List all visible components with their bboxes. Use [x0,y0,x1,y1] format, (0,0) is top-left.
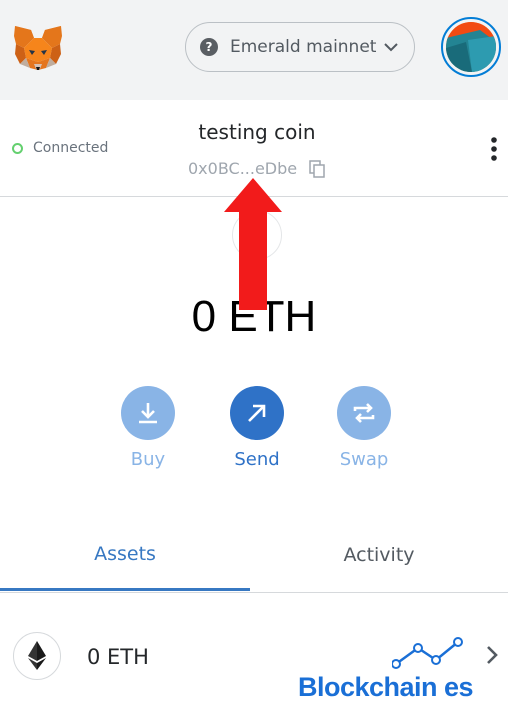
asset-amount: 0 ETH [87,645,149,669]
tab-assets[interactable]: Assets [0,520,250,591]
red-arrow-annotation-icon [224,178,282,310]
tab-activity[interactable]: Activity [250,520,508,590]
buy-button-circle [121,386,175,440]
ethereum-icon [13,632,61,680]
swap-arrows-icon [353,403,375,423]
network-selector[interactable]: ? Emerald mainnet [185,22,415,72]
account-address[interactable]: 0x0BC...eDbe [188,159,297,178]
line-graph-icon [392,637,463,669]
buy-button[interactable]: Buy [108,386,188,470]
account-options-icon[interactable] [489,136,499,162]
buy-label: Buy [130,449,166,470]
swap-button-circle [337,386,391,440]
app-header: ? Emerald mainnet [0,0,508,100]
network-help-icon: ? [200,38,218,56]
account-menu-button[interactable] [441,17,501,77]
chevron-down-icon [384,43,398,52]
blockchain-es-watermark: Blockchain es [296,636,500,706]
metamask-fox-logo[interactable] [12,24,64,72]
send-button-circle [230,386,284,440]
asset-activity-tabs: Assets Activity [0,520,508,593]
connected-dot-icon [12,142,23,154]
send-button[interactable]: Send [217,386,297,470]
swap-label: Swap [339,449,389,470]
account-name: testing coin [198,120,316,144]
send-label: Send [234,449,280,470]
swap-button[interactable]: Swap [324,386,404,470]
arrow-up-right-icon [248,404,266,422]
download-icon [139,403,157,424]
copy-icon[interactable] [309,160,325,178]
account-avatar-icon [446,22,496,72]
network-name: Emerald mainnet [230,37,377,57]
watermark-text: Blockchain es [298,672,474,702]
